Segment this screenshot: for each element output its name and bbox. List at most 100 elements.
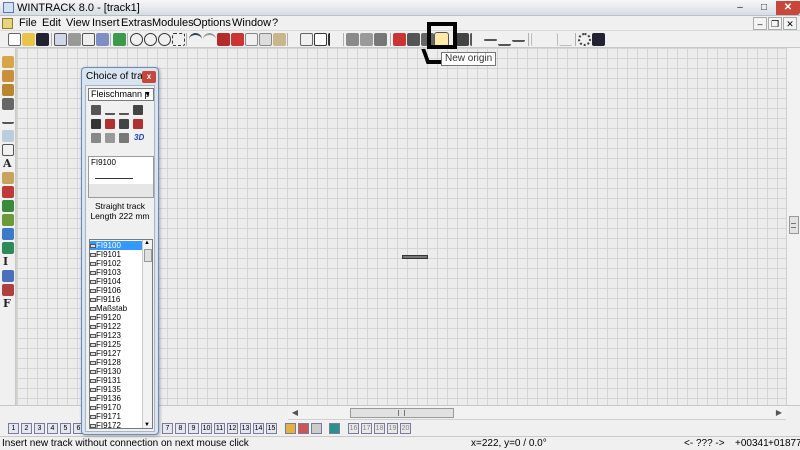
- layer-tab[interactable]: 5: [60, 423, 71, 434]
- layer-nav-icon[interactable]: 18: [374, 423, 385, 434]
- export-image-icon[interactable]: [113, 33, 126, 46]
- list-item[interactable]: FI9116: [90, 295, 142, 304]
- mdi-restore-button[interactable]: ❐: [768, 17, 782, 30]
- layer-nav-icon[interactable]: 17: [361, 423, 372, 434]
- red-cross-icon[interactable]: [393, 33, 406, 46]
- track-split-icon[interactable]: [374, 33, 387, 46]
- pencil-icon[interactable]: [2, 130, 14, 142]
- layer-tab[interactable]: 11: [214, 423, 225, 434]
- help-icon[interactable]: [592, 33, 605, 46]
- zoom-fit-icon[interactable]: [158, 33, 171, 46]
- list-item[interactable]: Maßstab: [90, 304, 142, 313]
- lamp-icon[interactable]: [119, 133, 129, 143]
- open-folder-icon[interactable]: [22, 33, 35, 46]
- red-book-icon[interactable]: [217, 33, 230, 46]
- print-icon[interactable]: [68, 33, 81, 46]
- layer-tab[interactable]: 4: [47, 423, 58, 434]
- list-item[interactable]: FI9122: [90, 322, 142, 331]
- list-item[interactable]: FI9102: [90, 259, 142, 268]
- menu-window[interactable]: Window: [232, 17, 271, 29]
- chart-icon[interactable]: [2, 242, 14, 254]
- list-item[interactable]: FI9101: [90, 250, 142, 259]
- list-item[interactable]: FI9130: [90, 367, 142, 376]
- layer-nav-icon[interactable]: 16: [348, 423, 359, 434]
- rectangle-icon[interactable]: [2, 144, 14, 156]
- layer-tab[interactable]: 7: [162, 423, 173, 434]
- list-item[interactable]: FI9128: [90, 358, 142, 367]
- list-item[interactable]: FI9135: [90, 385, 142, 394]
- close-button[interactable]: ✕: [776, 1, 800, 15]
- track-join-icon[interactable]: [360, 33, 373, 46]
- track-list[interactable]: ▲ ▼ FI9100 FI9101 FI9102 FI9103 FI9104 FI9106…: [89, 239, 153, 429]
- cut-icon[interactable]: [245, 33, 258, 46]
- filter-icon[interactable]: [300, 33, 313, 46]
- list-scroll-thumb[interactable]: [144, 249, 152, 262]
- layer-settings-icon[interactable]: [285, 423, 296, 434]
- print-preview-icon[interactable]: [54, 33, 67, 46]
- station-icon[interactable]: [119, 119, 129, 129]
- layer-tab[interactable]: 14: [253, 423, 264, 434]
- menu-file[interactable]: File: [19, 17, 37, 29]
- mdi-minimize-button[interactable]: –: [753, 17, 767, 30]
- save-icon[interactable]: [36, 33, 49, 46]
- copy-page-icon[interactable]: [82, 33, 95, 46]
- maximize-button[interactable]: □: [752, 1, 776, 15]
- vertical-scrollbar[interactable]: [786, 48, 800, 405]
- track-tool-icon[interactable]: [2, 56, 14, 68]
- water-icon[interactable]: [2, 228, 14, 240]
- track-piece[interactable]: [402, 255, 428, 259]
- align-left-icon[interactable]: [531, 33, 544, 46]
- figure-icon[interactable]: [105, 133, 115, 143]
- layer-nav-icon[interactable]: 20: [400, 423, 411, 434]
- redo-icon[interactable]: [203, 33, 216, 46]
- locomotive-icon[interactable]: [133, 105, 143, 115]
- zoom-out-icon[interactable]: [130, 33, 143, 46]
- list-item[interactable]: FI9103: [90, 268, 142, 277]
- page-icon[interactable]: [96, 33, 109, 46]
- layer-tab[interactable]: 10: [201, 423, 212, 434]
- list-item[interactable]: FI9104: [90, 277, 142, 286]
- turnout-track-icon[interactable]: [119, 105, 129, 115]
- list-item[interactable]: FI9120: [90, 313, 142, 322]
- align-right-icon[interactable]: [545, 33, 558, 46]
- curve-track-icon[interactable]: [105, 105, 115, 115]
- minimize-button[interactable]: –: [728, 1, 752, 15]
- menu-options[interactable]: Options: [193, 17, 231, 29]
- layer-icon[interactable]: [2, 98, 14, 110]
- zoom-in-icon[interactable]: [144, 33, 157, 46]
- flex-track-icon[interactable]: [2, 70, 14, 82]
- ruler-icon[interactable]: [2, 112, 14, 124]
- layer-tab[interactable]: 8: [175, 423, 186, 434]
- layer-color-icon[interactable]: [329, 423, 340, 434]
- layer-tab[interactable]: 13: [240, 423, 251, 434]
- layer-tab[interactable]: 3: [34, 423, 45, 434]
- fill-tool-icon[interactable]: [2, 186, 14, 198]
- menu-insert[interactable]: Insert: [92, 17, 120, 29]
- manufacturer-select[interactable]: Fleischmann p ▼: [88, 88, 154, 101]
- building-icon[interactable]: [407, 33, 420, 46]
- layer-tab[interactable]: 2: [21, 423, 32, 434]
- list-item[interactable]: FI9100: [90, 241, 142, 250]
- track-group-icon[interactable]: [346, 33, 359, 46]
- layer-tab[interactable]: 1: [8, 423, 19, 434]
- track-line-icon[interactable]: [498, 33, 511, 46]
- curve-icon[interactable]: [328, 33, 341, 46]
- list-item[interactable]: FI9136: [90, 394, 142, 403]
- arrow-tool-icon[interactable]: [2, 172, 14, 184]
- layer-tab[interactable]: 15: [266, 423, 277, 434]
- layer-tab[interactable]: 12: [227, 423, 238, 434]
- scroll-right-icon[interactable]: ▶: [772, 406, 786, 420]
- scroll-left-icon[interactable]: ◀: [288, 406, 302, 420]
- stack-icon[interactable]: [2, 270, 14, 282]
- buffer-icon[interactable]: [91, 119, 101, 129]
- palette-close-button[interactable]: x: [142, 71, 156, 83]
- horizontal-scrollbar[interactable]: ◀ ▶: [288, 406, 786, 420]
- text-tool-icon[interactable]: A: [3, 158, 12, 170]
- new-file-icon[interactable]: [8, 33, 21, 46]
- building-track-icon[interactable]: [133, 119, 143, 129]
- chevron-down-icon[interactable]: ▼: [143, 90, 152, 99]
- tree-icon[interactable]: [91, 133, 101, 143]
- layer-nav-icon[interactable]: 19: [387, 423, 398, 434]
- list-item[interactable]: FI9172: [90, 421, 142, 428]
- signal-icon[interactable]: [456, 33, 469, 46]
